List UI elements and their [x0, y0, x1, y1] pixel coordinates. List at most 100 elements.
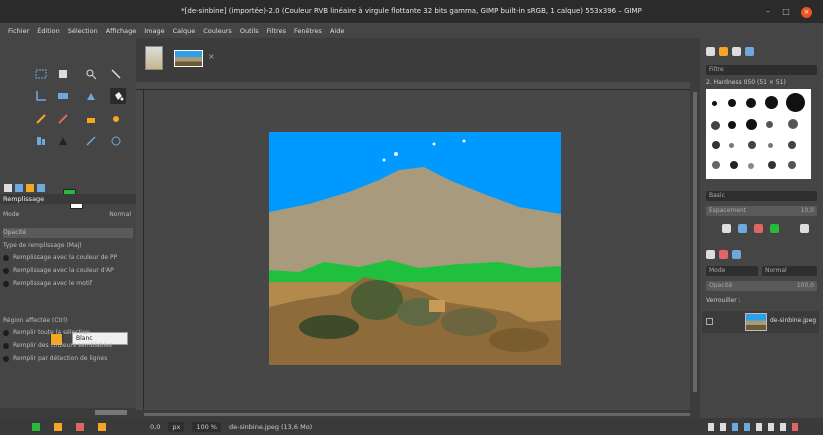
clone-icon[interactable] [35, 135, 47, 147]
menu-help[interactable]: Aide [326, 27, 348, 35]
close-icon[interactable]: × [801, 7, 812, 18]
radio-icon[interactable] [3, 280, 9, 287]
pencil-icon[interactable] [35, 113, 47, 125]
path-icon[interactable] [85, 135, 97, 147]
close-tab-icon[interactable]: × [208, 52, 215, 61]
radio-icon[interactable] [3, 342, 9, 349]
layers-mode-value[interactable]: Normal [762, 266, 817, 276]
radio-icon[interactable] [3, 267, 9, 274]
refresh-brushes-icon[interactable] [770, 224, 779, 233]
layer-name[interactable]: de-sinbine.jpeg [770, 317, 816, 324]
fill-pattern-radio[interactable]: Remplissage avec le motif [3, 279, 133, 289]
brush-item[interactable] [712, 101, 717, 106]
eye-icon[interactable] [706, 318, 713, 325]
brush-item[interactable] [788, 161, 796, 169]
eraser-icon[interactable] [85, 113, 97, 125]
brush-item[interactable] [788, 141, 796, 149]
new-brush-icon[interactable] [738, 224, 747, 233]
transform-icon[interactable] [57, 90, 69, 102]
radio-icon[interactable] [3, 254, 9, 261]
menu-colors[interactable]: Couleurs [199, 27, 236, 35]
new-group-icon[interactable] [720, 422, 726, 431]
layer-item[interactable]: de-sinbine.jpeg [702, 311, 819, 333]
brush-category-select[interactable]: Basic [706, 191, 817, 201]
menu-windows[interactable]: Fenêtres [290, 27, 326, 35]
channels-tab-icon[interactable] [719, 250, 728, 259]
horizontal-scrollbar[interactable] [144, 410, 690, 418]
brush-item[interactable] [748, 141, 756, 149]
menu-edit[interactable]: Édition [33, 27, 64, 35]
delete-brush-icon[interactable] [754, 224, 763, 233]
patterns-tab-icon[interactable] [719, 47, 728, 56]
fill-similar-radio[interactable]: Remplir des couleurs semblables [3, 341, 133, 351]
mask-layer-icon[interactable] [780, 422, 786, 431]
smudge-icon[interactable] [57, 135, 69, 147]
zoom-icon[interactable] [110, 68, 122, 80]
brush-item[interactable] [746, 119, 757, 130]
brush-grid[interactable] [706, 89, 811, 179]
airbrush-icon[interactable] [110, 113, 122, 125]
undo-history-tab-icon[interactable] [26, 184, 34, 192]
new-layer-icon[interactable] [708, 422, 714, 431]
fill-fg-radio[interactable]: Remplissage avec la couleur de PP [3, 253, 133, 263]
zoom-select[interactable]: 100 % [192, 421, 221, 432]
menu-layer[interactable]: Calque [169, 27, 200, 35]
brush-item[interactable] [768, 143, 773, 148]
layers-mode-select[interactable]: Mode [706, 266, 758, 276]
brush-item[interactable] [786, 93, 805, 112]
document-history-tab-icon[interactable] [745, 47, 754, 56]
tool-options-tab-icon[interactable] [4, 184, 12, 192]
menu-tools[interactable]: Outils [236, 27, 263, 35]
vertical-scrollbar[interactable] [690, 82, 700, 410]
warp-icon[interactable] [85, 90, 97, 102]
maximize-icon[interactable]: □ [782, 8, 790, 16]
raise-layer-icon[interactable] [732, 422, 738, 431]
brushes-tab-icon[interactable] [706, 47, 715, 56]
brush-item[interactable] [768, 161, 776, 169]
brush-item[interactable] [730, 161, 738, 169]
horizontal-scroll-thumb[interactable] [144, 413, 690, 416]
mode-value[interactable]: Normal [109, 210, 131, 220]
fonts-tab-icon[interactable] [732, 47, 741, 56]
unit-select[interactable]: px [168, 421, 185, 432]
image-canvas[interactable] [269, 132, 561, 365]
brush-item[interactable] [748, 163, 754, 169]
layer-opacity-slider[interactable]: Opacité 100,0 [706, 281, 817, 291]
brush-item[interactable] [712, 161, 720, 169]
fill-lines-radio[interactable]: Remplir par détection de lignes [3, 354, 133, 364]
fuzzy-select-icon[interactable] [85, 68, 97, 80]
vertical-scroll-thumb[interactable] [693, 92, 697, 392]
menu-view[interactable]: Affichage [102, 27, 141, 35]
crop-icon[interactable] [35, 90, 47, 102]
toolbox-scrollbar[interactable] [95, 410, 127, 415]
spacing-slider[interactable]: Espacement 10,0 [706, 206, 817, 216]
menu-file[interactable]: Fichier [4, 27, 33, 35]
image-tab-1[interactable] [145, 46, 163, 70]
brush-item[interactable] [712, 141, 720, 149]
brush-item[interactable] [746, 98, 756, 108]
edit-brush-icon[interactable] [722, 224, 731, 233]
brush-item[interactable] [728, 99, 736, 107]
menu-image[interactable]: Image [140, 27, 168, 35]
save-options-icon[interactable] [32, 422, 40, 431]
opacity-slider[interactable]: Opacité [3, 228, 133, 238]
canvas-area[interactable] [144, 90, 690, 410]
brush-item[interactable] [711, 121, 720, 130]
restore-options-icon[interactable] [54, 422, 62, 431]
images-tab-icon[interactable] [37, 184, 45, 192]
device-status-tab-icon[interactable] [15, 184, 23, 192]
rect-select-icon[interactable] [35, 68, 47, 80]
brush-item[interactable] [728, 121, 736, 129]
open-brush-icon[interactable] [800, 224, 809, 233]
horizontal-ruler[interactable] [136, 82, 700, 90]
delete-options-icon[interactable] [76, 422, 84, 431]
brush-item[interactable] [765, 96, 778, 109]
measure-icon[interactable] [110, 135, 122, 147]
brush-item[interactable] [766, 121, 773, 128]
duplicate-layer-icon[interactable] [756, 422, 762, 431]
fill-bg-radio[interactable]: Remplissage avec la couleur d'AP [3, 266, 133, 276]
menu-filters[interactable]: Filtres [263, 27, 290, 35]
menu-select[interactable]: Sélection [64, 27, 102, 35]
anchor-layer-icon[interactable] [768, 422, 774, 431]
brush-icon[interactable] [57, 113, 69, 125]
